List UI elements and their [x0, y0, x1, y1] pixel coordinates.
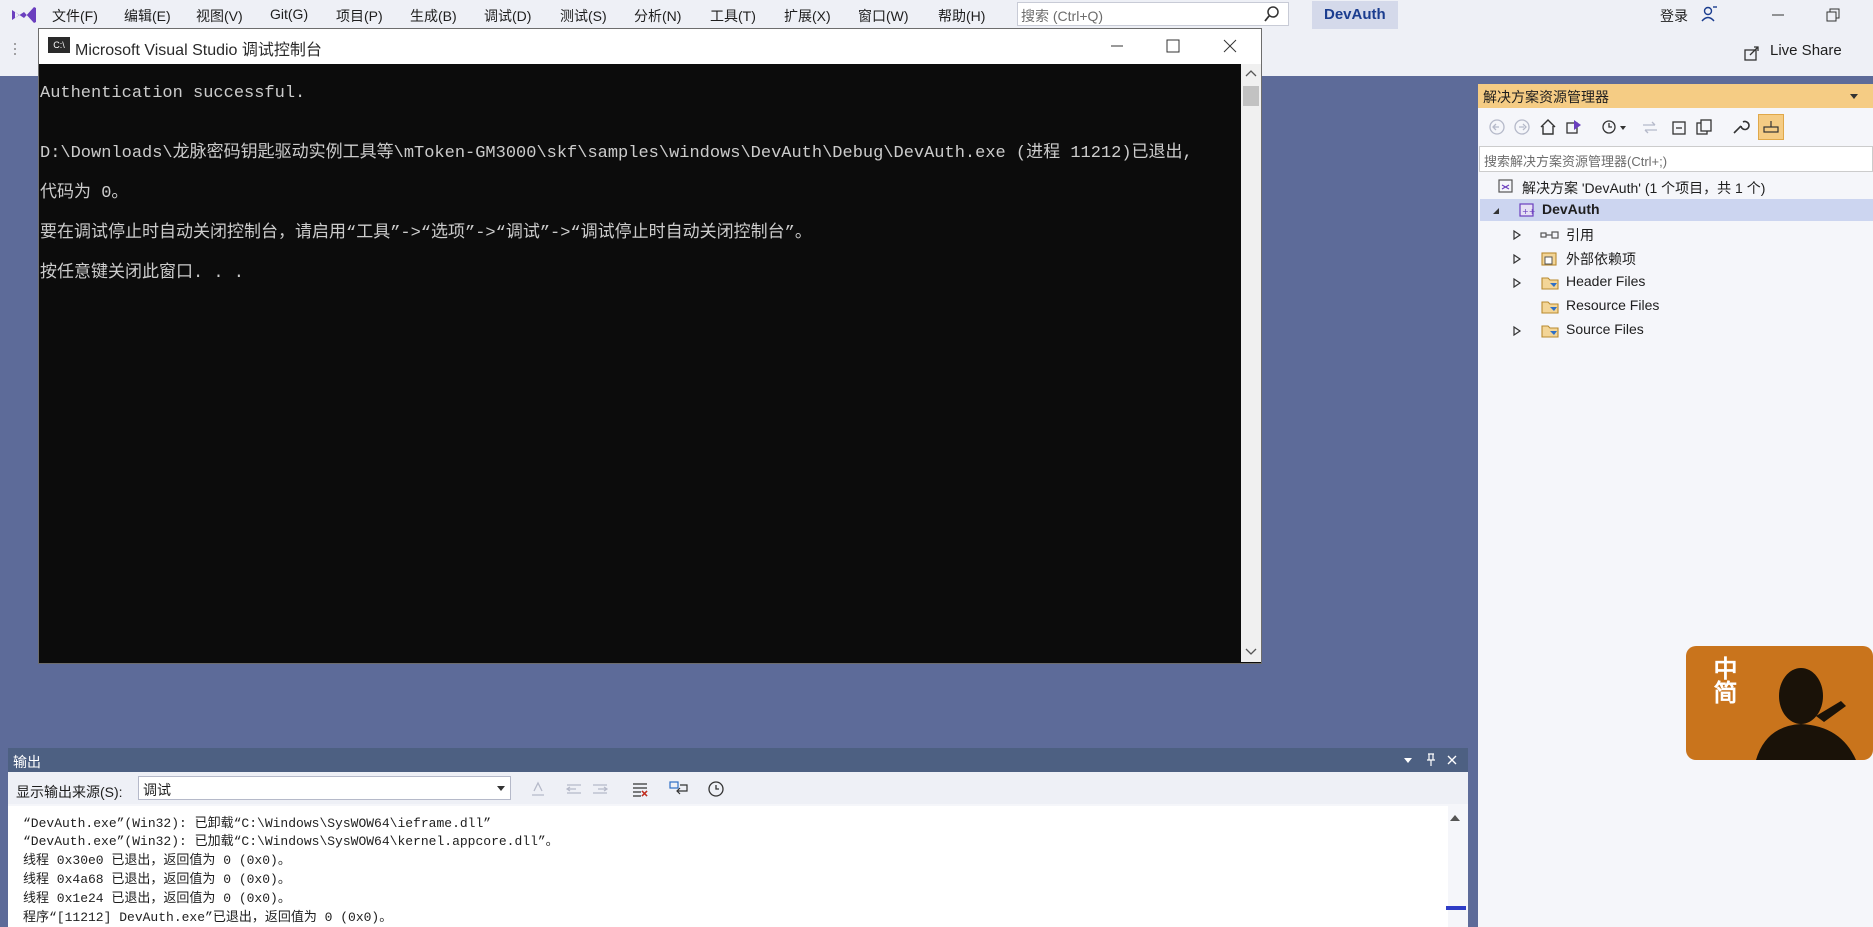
console-line: 要在调试停止时自动关闭控制台，请启用“工具”->“选项”->“调试”->“调试停…	[40, 224, 812, 243]
tree-node-header-files[interactable]: Header Files	[1566, 273, 1645, 289]
previous-message-icon[interactable]	[564, 779, 584, 799]
menu-view[interactable]: 视图(V)	[196, 6, 243, 26]
menu-project[interactable]: 项目(P)	[336, 6, 383, 26]
menu-help[interactable]: 帮助(H)	[938, 6, 985, 26]
output-line: “DevAuth.exe”(Win32): 已卸载“C:\Windows\Sys…	[23, 816, 492, 831]
sync-icon[interactable]	[1640, 117, 1660, 137]
tree-row-selected[interactable]	[1480, 199, 1873, 221]
expanded-arrow-icon[interactable]	[1490, 205, 1502, 217]
output-line: 线程 0x1e24 已退出，返回值为 0 (0x0)。	[23, 891, 291, 906]
forward-icon[interactable]	[1513, 118, 1531, 136]
tree-node-resource-files[interactable]: Resource Files	[1566, 297, 1659, 313]
menu-extensions[interactable]: 扩展(X)	[784, 6, 831, 26]
filter-folder-icon	[1541, 325, 1559, 338]
login-link[interactable]: 登录	[1660, 6, 1688, 26]
panel-dropdown-icon[interactable]	[1848, 90, 1860, 102]
output-line: “DevAuth.exe”(Win32): 已加载“C:\Windows\Sys…	[23, 834, 559, 849]
scroll-down-icon[interactable]	[1243, 646, 1259, 658]
solution-name-badge: DevAuth	[1312, 1, 1398, 29]
chevron-down-icon[interactable]	[496, 784, 506, 792]
collapsed-arrow-icon[interactable]	[1512, 229, 1522, 241]
solution-explorer-title: 解决方案资源管理器	[1483, 89, 1609, 105]
show-all-files-icon[interactable]	[1694, 117, 1714, 137]
console-line: Authentication successful.	[40, 84, 306, 103]
console-scrollbar[interactable]	[1241, 64, 1261, 662]
scroll-thumb[interactable]	[1446, 906, 1466, 910]
console-line: 代码为 0。	[40, 184, 129, 203]
console-maximize-icon[interactable]	[1158, 35, 1188, 57]
menu-file[interactable]: 文件(F)	[52, 6, 98, 26]
visual-studio-logo-icon[interactable]	[10, 4, 38, 26]
clock-icon[interactable]	[706, 779, 726, 799]
tree-node-references[interactable]: 引用	[1566, 225, 1594, 245]
output-source-value: 调试	[143, 782, 171, 798]
cpp-project-icon: ++	[1519, 203, 1535, 217]
external-dependencies-icon	[1541, 252, 1557, 266]
word-wrap-icon[interactable]	[668, 779, 690, 799]
person-silhouette-icon	[1756, 668, 1856, 760]
home-icon[interactable]	[1538, 117, 1558, 137]
minimize-window-icon[interactable]	[1768, 2, 1788, 26]
scroll-up-icon[interactable]	[1243, 67, 1259, 79]
preview-selected-icon	[1763, 121, 1779, 133]
menu-debug[interactable]: 调试(D)	[484, 6, 531, 26]
collapsed-arrow-icon[interactable]	[1512, 277, 1522, 289]
account-icon[interactable]	[1700, 5, 1718, 23]
scroll-up-icon[interactable]	[1448, 812, 1462, 824]
tree-node-external-deps[interactable]: 外部依赖项	[1566, 249, 1636, 269]
filter-folder-icon	[1541, 301, 1559, 314]
console-line: 按任意键关闭此窗口. . .	[40, 264, 245, 283]
console-scroll-thumb[interactable]	[1243, 86, 1259, 106]
menu-build[interactable]: 生成(B)	[410, 6, 457, 26]
search-placeholder: 搜索 (Ctrl+Q)	[1021, 8, 1104, 24]
back-icon[interactable]	[1488, 118, 1506, 136]
menu-tools[interactable]: 工具(T)	[710, 6, 756, 26]
collapsed-arrow-icon[interactable]	[1512, 253, 1522, 265]
close-icon[interactable]	[1446, 754, 1458, 766]
references-icon	[1540, 231, 1559, 239]
solution-search-placeholder: 搜索解决方案资源管理器(Ctrl+;)	[1484, 154, 1668, 169]
console-close-icon[interactable]	[1215, 35, 1245, 57]
menu-edit[interactable]: 编辑(E)	[124, 6, 171, 26]
console-output: Authentication successful. D:\Downloads\…	[40, 64, 1240, 662]
live-share-icon[interactable]	[1743, 44, 1761, 62]
clear-all-icon[interactable]	[630, 779, 650, 799]
collapse-all-icon[interactable]	[1670, 117, 1690, 137]
console-line: D:\Downloads\龙脉密码钥匙驱动实例工具等\mToken-GM3000…	[40, 144, 1193, 163]
pin-icon[interactable]	[1424, 752, 1438, 768]
menu-git[interactable]: Git(G)	[270, 6, 308, 22]
next-message-icon[interactable]	[590, 779, 610, 799]
output-line: 线程 0x30e0 已退出，返回值为 0 (0x0)。	[23, 853, 291, 868]
solution-icon	[1498, 179, 1513, 193]
output-line: 线程 0x4a68 已退出，返回值为 0 (0x0)。	[23, 872, 291, 887]
search-icon[interactable]	[1263, 5, 1281, 23]
console-app-icon: C:\	[48, 37, 70, 53]
output-source-label: 显示输出来源(S):	[16, 784, 123, 800]
panel-dropdown-icon[interactable]	[1402, 754, 1414, 766]
svg-text:++: ++	[1522, 207, 1535, 216]
project-node[interactable]: DevAuth	[1542, 201, 1600, 217]
output-source-select[interactable]	[138, 776, 511, 800]
menu-window[interactable]: 窗口(W)	[858, 6, 909, 26]
properties-wrench-icon[interactable]	[1730, 117, 1750, 137]
restore-window-icon[interactable]	[1823, 4, 1843, 26]
find-message-icon[interactable]	[528, 779, 548, 799]
filter-folder-icon	[1541, 277, 1559, 290]
collapsed-arrow-icon[interactable]	[1512, 325, 1522, 337]
avatar-badge-text: 中简	[1709, 656, 1736, 704]
console-title: Microsoft Visual Studio 调试控制台	[75, 42, 322, 59]
output-title: 输出	[13, 754, 41, 770]
toolbar-grip-icon	[14, 43, 16, 55]
output-header[interactable]	[8, 748, 1468, 772]
solution-node[interactable]: 解决方案 'DevAuth' (1 个项目，共 1 个)	[1522, 178, 1765, 198]
menu-test[interactable]: 测试(S)	[560, 6, 607, 26]
tree-node-source-files[interactable]: Source Files	[1566, 321, 1644, 337]
output-line: 程序“[11212] DevAuth.exe”已退出，返回值为 0 (0x0)。	[23, 910, 393, 925]
console-minimize-icon[interactable]	[1102, 35, 1132, 57]
pending-changes-filter-icon[interactable]	[1600, 117, 1630, 137]
live-share-button[interactable]: Live Share	[1770, 42, 1842, 59]
switch-views-icon[interactable]	[1564, 117, 1584, 137]
webcam-overlay: 中简	[1686, 646, 1873, 760]
menu-analyze[interactable]: 分析(N)	[634, 6, 681, 26]
